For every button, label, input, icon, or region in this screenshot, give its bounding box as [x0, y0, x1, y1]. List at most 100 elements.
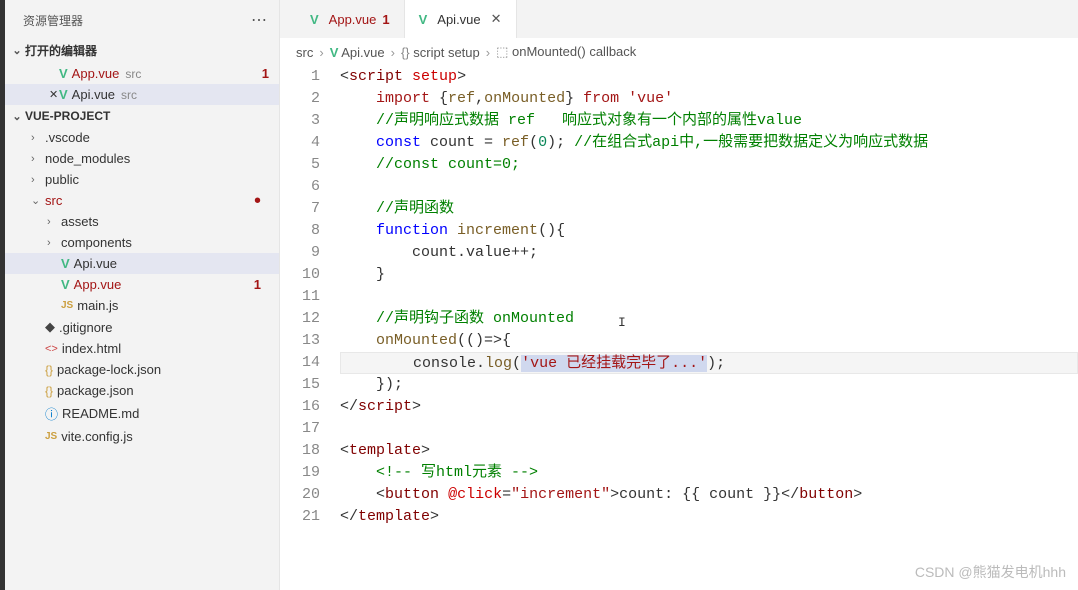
info-icon: ⓘ [45, 404, 58, 423]
tree-label: vite.config.js [61, 429, 133, 444]
tree-label: App.vue [74, 277, 122, 292]
tree-label: components [61, 235, 132, 250]
code-line[interactable]: <script setup> [340, 66, 1078, 88]
breadcrumb-item[interactable]: {} script setup [401, 45, 480, 60]
open-editors-label: 打开的编辑器 [25, 42, 97, 59]
editor[interactable]: 123456789101112131415161718192021 <scrip… [280, 66, 1078, 590]
tree-item[interactable]: {}package-lock.json [5, 359, 279, 380]
chevron-down-icon: ⌄ [31, 194, 45, 207]
braces-icon: {} [401, 45, 410, 60]
tab[interactable]: VApp.vue1 [296, 0, 405, 38]
breadcrumb-item[interactable]: ⬚ onMounted() callback [496, 44, 636, 60]
tree-item[interactable]: <> index.html [5, 338, 279, 359]
code-line[interactable]: //声明响应式数据 ref 响应式对象有一个内部的属性value [340, 110, 1078, 132]
code-line[interactable]: //const count=0; [340, 154, 1078, 176]
tabs-bar: VApp.vue1VApi.vue✕ [280, 0, 1078, 38]
tree-item[interactable]: ›.vscode [5, 127, 279, 148]
sidebar: 资源管理器 ⋯ ⌄ 打开的编辑器 VApp.vuesrc1✕VApi.vuesr… [5, 0, 280, 590]
line-number: 10 [280, 264, 320, 286]
tab-label: App.vue [329, 12, 377, 27]
watermark: CSDN @熊猫发电机hhh [915, 562, 1066, 582]
chevron-right-icon: › [319, 45, 323, 60]
line-number: 15 [280, 374, 320, 396]
git-icon: ◆ [45, 319, 55, 335]
code-line[interactable]: </script> [340, 396, 1078, 418]
line-number: 12 [280, 308, 320, 330]
breadcrumb-item[interactable]: src [296, 45, 313, 60]
file-folder: src [121, 88, 137, 102]
code-line[interactable]: }); [340, 374, 1078, 396]
tree-label: package.json [57, 383, 134, 398]
line-number: 4 [280, 132, 320, 154]
code-area[interactable]: <script setup> import {ref,onMounted} fr… [336, 66, 1078, 590]
sidebar-header: 资源管理器 ⋯ [5, 0, 279, 38]
code-line[interactable]: <!-- 写html元素 --> [340, 462, 1078, 484]
code-line[interactable]: <template> [340, 440, 1078, 462]
tree-item[interactable]: ›public [5, 169, 279, 190]
tree-item[interactable]: VApi.vue [5, 253, 279, 274]
code-line[interactable]: const count = ref(0); //在组合式api中,一般需要把数据… [340, 132, 1078, 154]
tree-item[interactable]: {}package.json [5, 380, 279, 401]
code-line[interactable]: function increment(){ [340, 220, 1078, 242]
chevron-down-icon: ⌄ [9, 110, 25, 123]
tree-label: index.html [62, 341, 121, 356]
tree-item[interactable]: ›components [5, 232, 279, 253]
breadcrumb-item[interactable]: V Api.vue [330, 45, 385, 60]
gutter: 123456789101112131415161718192021 [280, 66, 336, 590]
code-line[interactable]: //声明函数 [340, 198, 1078, 220]
line-number: 7 [280, 198, 320, 220]
line-number: 9 [280, 242, 320, 264]
tree-item[interactable]: JS vite.config.js [5, 426, 279, 447]
project-header[interactable]: ⌄ VUE-PROJECT [5, 105, 279, 127]
line-number: 21 [280, 506, 320, 528]
line-number: 11 [280, 286, 320, 308]
code-line[interactable]: count.value++; [340, 242, 1078, 264]
js-icon: JS [45, 431, 57, 442]
tree-item[interactable]: ›assets [5, 211, 279, 232]
more-icon[interactable]: ⋯ [251, 10, 267, 30]
file-tree: ›.vscode›node_modules›public⌄src•›assets… [5, 127, 279, 447]
tree-item[interactable]: ⌄src• [5, 190, 279, 211]
tree-item[interactable]: JSmain.js [5, 295, 279, 316]
tab[interactable]: VApi.vue✕ [405, 0, 517, 38]
line-number: 5 [280, 154, 320, 176]
js-icon: JS [61, 300, 73, 311]
modified-dot: • [254, 196, 261, 206]
code-line[interactable]: //声明钩子函数 onMountedI [340, 308, 1078, 330]
chevron-right-icon: › [31, 174, 45, 186]
main-area: VApp.vue1VApi.vue✕ src›V Api.vue›{} scri… [280, 0, 1078, 590]
code-line[interactable] [340, 176, 1078, 198]
modified-badge: 1 [254, 277, 261, 292]
code-line[interactable]: <button @click="increment">count: {{ cou… [340, 484, 1078, 506]
close-icon[interactable]: ✕ [49, 88, 58, 101]
code-line[interactable]: } [340, 264, 1078, 286]
tree-item[interactable]: ⓘREADME.md [5, 401, 279, 426]
open-editor-item[interactable]: ✕VApi.vuesrc [5, 84, 279, 105]
chevron-down-icon: ⌄ [9, 44, 25, 57]
tree-item[interactable]: V App.vue 1 [5, 274, 279, 295]
html-icon: <> [45, 343, 58, 355]
code-line[interactable]: onMounted(()=>{ [340, 330, 1078, 352]
cube-icon: ⬚ [496, 44, 508, 59]
chevron-right-icon: › [31, 153, 45, 165]
code-line[interactable] [340, 286, 1078, 308]
modified-badge: 1 [382, 12, 389, 27]
line-number: 16 [280, 396, 320, 418]
code-line[interactable] [340, 418, 1078, 440]
tree-label: package-lock.json [57, 362, 161, 377]
code-line[interactable]: import {ref,onMounted} from 'vue' [340, 88, 1078, 110]
line-number: 20 [280, 484, 320, 506]
code-line[interactable]: </template> [340, 506, 1078, 528]
vue-icon: V [61, 277, 70, 292]
tree-item[interactable]: ›node_modules [5, 148, 279, 169]
open-editors-header[interactable]: ⌄ 打开的编辑器 [5, 38, 279, 63]
tab-label: Api.vue [437, 12, 480, 27]
open-editor-item[interactable]: VApp.vuesrc1 [5, 63, 279, 84]
tree-item[interactable]: ◆.gitignore [5, 316, 279, 338]
sidebar-title: 资源管理器 [23, 12, 83, 29]
breadcrumb[interactable]: src›V Api.vue›{} script setup›⬚ onMounte… [280, 38, 1078, 66]
close-icon[interactable]: ✕ [491, 11, 502, 27]
code-line[interactable]: console.log('vue 已经挂载完毕了...'); [340, 352, 1078, 374]
vue-icon: V [59, 66, 68, 81]
chevron-right-icon: › [31, 132, 45, 144]
